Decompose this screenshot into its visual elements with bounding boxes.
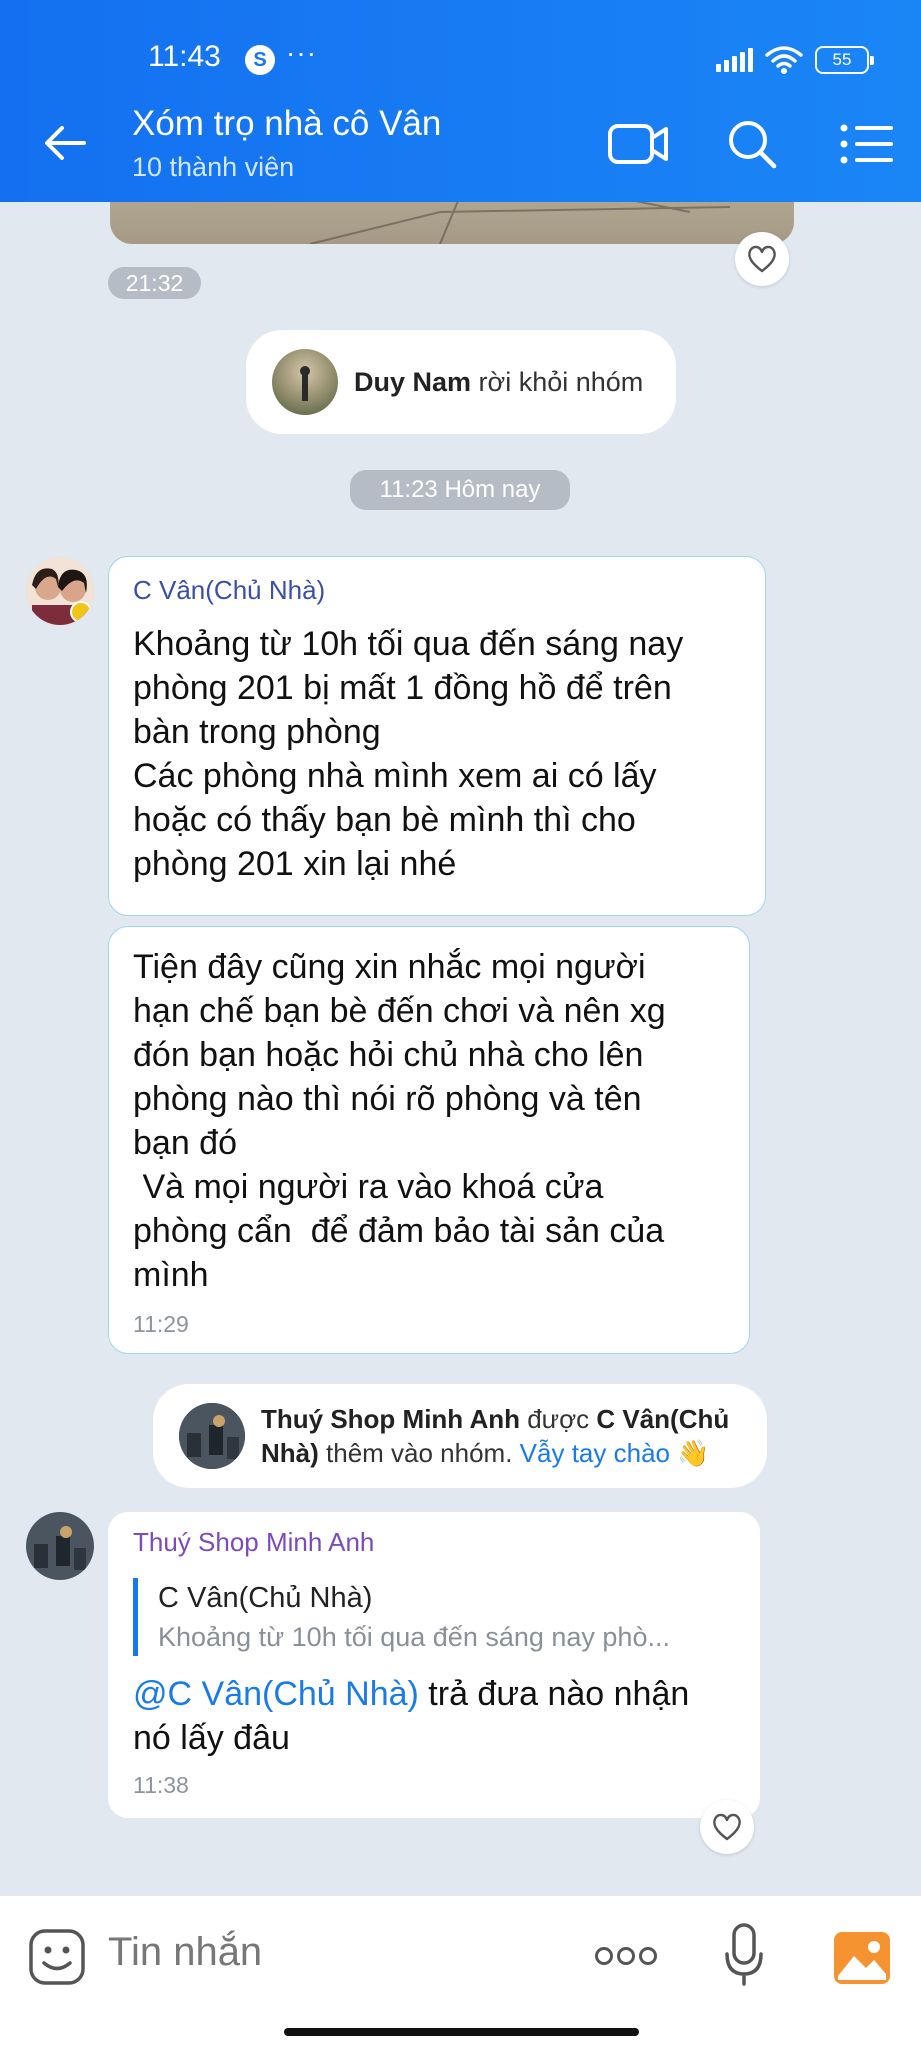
search-icon[interactable] — [720, 116, 784, 172]
chat-area[interactable]: 21:32 Duy Nam rời khỏi nhóm 11:23 Hôm na… — [0, 202, 921, 1896]
sticker-icon[interactable] — [28, 1928, 86, 1986]
battery-icon: 55 — [815, 46, 874, 74]
sender-name[interactable]: Thuý Shop Minh Anh — [133, 1527, 735, 1558]
image-picker-icon[interactable] — [832, 1930, 892, 1986]
react-heart-button[interactable] — [700, 1800, 754, 1854]
system-notice-add: Thuý Shop Minh Anh được C Vân(Chủ Nhà) t… — [153, 1384, 767, 1488]
wave-link[interactable]: Vẫy tay chào — [520, 1438, 670, 1468]
quoted-sender: C Vân(Chủ Nhà) — [158, 1582, 373, 1614]
group-title[interactable]: Xóm trọ nhà cô Vân — [132, 104, 441, 144]
notice-member[interactable]: Thuý Shop Minh Anh — [261, 1404, 520, 1434]
notice-body: thêm vào nhóm. — [318, 1438, 520, 1468]
heart-icon — [713, 1813, 741, 1841]
heart-icon — [748, 245, 776, 273]
date-divider: 11:23 Hôm nay — [350, 470, 570, 510]
composer-bar: Tin nhắn — [0, 1896, 921, 2048]
notice-text: Thuý Shop Minh Anh được C Vân(Chủ Nhà) t… — [261, 1402, 729, 1470]
notice-name[interactable]: Duy Nam — [354, 367, 471, 397]
more-notifications-icon: ··· — [286, 37, 317, 68]
signal-icon — [716, 48, 753, 72]
image-message[interactable] — [110, 202, 794, 244]
message-text: Tiện đây cũng xin nhắc mọi người hạn chế… — [133, 948, 666, 1294]
notice-verb: được — [519, 1404, 597, 1434]
member-count[interactable]: 10 thành viên — [132, 152, 294, 183]
message-line-1: trả đưa nào nhận — [418, 1675, 690, 1713]
wave-emoji-icon[interactable]: 👋 — [677, 1438, 709, 1468]
time-divider: 21:32 — [108, 267, 201, 299]
message-time: 11:38 — [133, 1772, 189, 1798]
quoted-text: Khoảng từ 10h tối qua đến sáng nay phò..… — [158, 1622, 670, 1652]
message-text: @C Vân(Chủ Nhà) trả đưa nào nhận — [133, 1672, 735, 1716]
status-time: 11:43 — [148, 40, 221, 73]
status-indicators: 55 — [716, 44, 874, 76]
quoted-reply[interactable]: C Vân(Chủ Nhà) Khoảng từ 10h tối qua đến… — [133, 1578, 735, 1656]
notice-text: Duy Nam rời khỏi nhóm — [354, 367, 643, 398]
mention-link[interactable]: @C Vân(Chủ Nhà) — [133, 1675, 419, 1713]
react-heart-button[interactable] — [735, 232, 789, 286]
message-text: Khoảng từ 10h tối qua đến sáng nay phòng… — [133, 625, 684, 883]
message-bubble[interactable]: C Vân(Chủ Nhà) Khoảng từ 10h tối qua đến… — [108, 556, 766, 916]
back-button[interactable] — [40, 118, 90, 168]
key-badge-icon — [70, 601, 92, 623]
message-bubble[interactable]: Thuý Shop Minh Anh C Vân(Chủ Nhà) Khoảng… — [108, 1512, 760, 1818]
message-time: 11:29 — [133, 1311, 189, 1337]
message-bubble[interactable]: Tiện đây cũng xin nhắc mọi người hạn chế… — [108, 926, 750, 1354]
message-line-2: nó lấy đâu — [133, 1719, 290, 1757]
video-call-icon[interactable] — [606, 116, 670, 172]
header: 11:43 S ··· 55 Xóm trọ nhà cô Vân 10 thà… — [0, 0, 921, 202]
sender-name[interactable]: C Vân(Chủ Nhà) — [133, 575, 741, 606]
home-indicator[interactable] — [284, 2028, 639, 2036]
message-input[interactable]: Tin nhắn — [108, 1930, 262, 1975]
more-options-icon[interactable] — [594, 1942, 658, 1970]
wifi-icon — [765, 46, 803, 74]
avatar[interactable] — [179, 1403, 245, 1469]
notice-body: rời khỏi nhóm — [471, 366, 644, 397]
avatar[interactable] — [272, 349, 338, 415]
sender-avatar-thuy[interactable] — [26, 1512, 94, 1580]
system-notice-leave: Duy Nam rời khỏi nhóm — [246, 330, 676, 434]
microphone-icon[interactable] — [724, 1922, 764, 1988]
menu-list-icon[interactable] — [833, 116, 897, 172]
sender-avatar-c-van[interactable] — [26, 557, 94, 625]
app-badge-icon: S — [245, 45, 275, 75]
